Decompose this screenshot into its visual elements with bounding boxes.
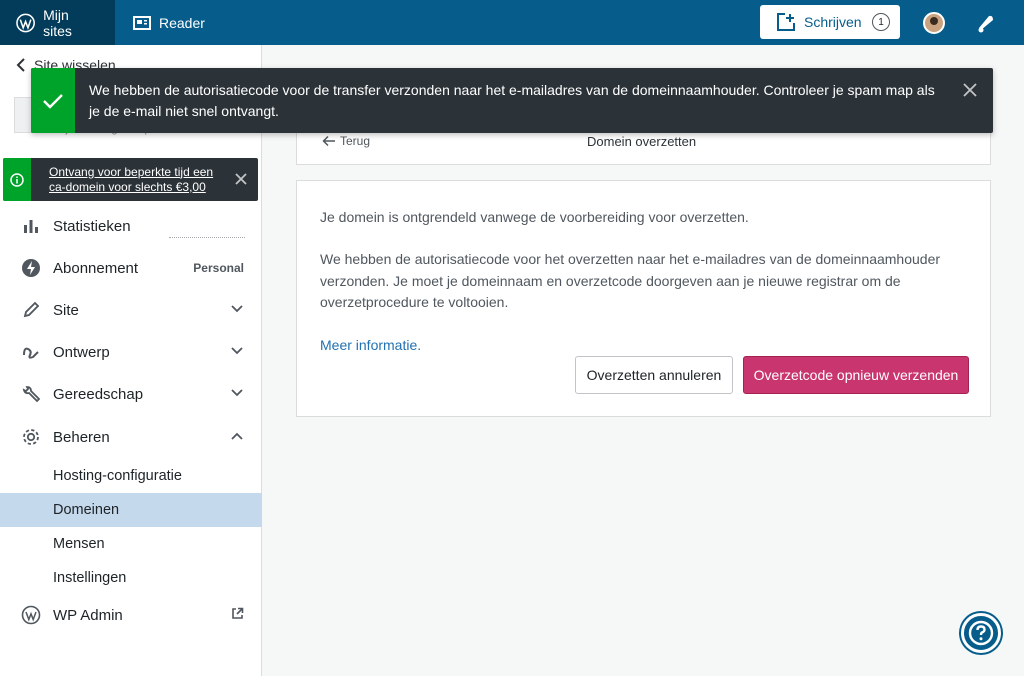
- sidebar-subitem-label: Hosting-configuratie: [53, 468, 182, 484]
- close-icon[interactable]: [961, 81, 979, 104]
- chevron-up-icon: [230, 430, 244, 444]
- wrench-icon: [20, 383, 42, 405]
- arrow-left-icon: [322, 135, 335, 147]
- help-icon: [968, 620, 994, 646]
- notifications-bell-icon[interactable]: [975, 12, 997, 39]
- sidebar-item-beheren[interactable]: Beheren: [0, 417, 262, 457]
- sidebar-item-label: Abonnement: [53, 259, 139, 277]
- notice-message: We hebben de autorisatiecode voor de tra…: [89, 82, 935, 119]
- sidebar-subitem-hosting[interactable]: Hosting-configuratie: [0, 459, 262, 493]
- auth-code-message: We hebben de autorisatiecode voor het ov…: [320, 251, 941, 310]
- gear-icon: [20, 426, 42, 448]
- reader-icon: [133, 15, 151, 30]
- reader-button[interactable]: Reader: [115, 0, 221, 45]
- cancel-transfer-button[interactable]: Overzetten annuleren: [575, 356, 733, 394]
- help-button[interactable]: [961, 613, 1001, 653]
- sidebar-item-label: WP Admin: [53, 606, 123, 624]
- write-icon: [777, 13, 795, 31]
- sidebar-item-abonnement[interactable]: Abonnement Personal: [0, 248, 262, 288]
- sidebar-item-ontwerp[interactable]: Ontwerp: [0, 332, 262, 372]
- write-button[interactable]: Schrijven 1: [760, 5, 900, 39]
- sidebar-item-wp-admin[interactable]: WP Admin: [0, 595, 262, 635]
- sidebar-item-label: Statistieken: [53, 217, 131, 235]
- promo-close-icon[interactable]: [234, 172, 248, 191]
- promo-info-box: [3, 158, 31, 201]
- chevron-left-icon: [16, 58, 25, 72]
- write-label: Schrijven: [804, 14, 862, 30]
- sidebar-subitem-label: Instellingen: [53, 570, 127, 586]
- wordpress-icon: [20, 604, 42, 626]
- info-icon: [10, 172, 24, 187]
- more-info-link[interactable]: Meer informatie.: [320, 337, 421, 353]
- plans-icon: [20, 257, 42, 279]
- pencil-icon: [20, 299, 42, 321]
- external-link-icon: [231, 607, 244, 623]
- plan-badge: Personal: [193, 261, 244, 275]
- sidebar-subitem-label: Mensen: [53, 536, 105, 552]
- sidebar-subitem-label: Domeinen: [53, 502, 120, 518]
- promo-text[interactable]: Ontvang voor beperkte tijd een ca-domein…: [49, 165, 219, 195]
- unlocked-message: Je domein is ontgrendeld vanwege de voor…: [320, 209, 749, 225]
- sidebar-subitem-instellingen[interactable]: Instellingen: [0, 561, 262, 595]
- reader-label: Reader: [159, 14, 205, 31]
- success-notice: We hebben de autorisatiecode voor de tra…: [31, 68, 993, 133]
- design-icon: [20, 341, 42, 363]
- back-link[interactable]: Terug: [322, 134, 370, 148]
- chevron-down-icon: [230, 345, 244, 359]
- notice-icon-box: [31, 68, 75, 133]
- stats-icon: [20, 215, 42, 237]
- sidebar-subitem-mensen[interactable]: Mensen: [0, 527, 262, 561]
- wordpress-logo-icon: [16, 13, 35, 32]
- sidebar-item-statistieken[interactable]: Statistieken: [0, 206, 262, 246]
- avatar[interactable]: [923, 12, 945, 34]
- promo-banner[interactable]: Ontvang voor beperkte tijd een ca-domein…: [3, 158, 258, 201]
- sidebar-item-label: Beheren: [53, 428, 110, 446]
- sidebar-item-label: Ontwerp: [53, 343, 110, 361]
- sidebar-item-label: Gereedschap: [53, 385, 144, 403]
- resend-code-button[interactable]: Overzetcode opnieuw verzenden: [743, 356, 969, 394]
- checkmark-icon: [43, 93, 63, 109]
- my-sites-button[interactable]: Mijn sites: [0, 0, 115, 45]
- stats-sparkline: [169, 230, 245, 238]
- sidebar-subitem-domeinen[interactable]: Domeinen: [0, 493, 262, 527]
- sidebar-item-site[interactable]: Site: [0, 290, 262, 330]
- page-title: Domein overzetten: [587, 134, 697, 149]
- sidebar-item-label: Site: [53, 301, 79, 319]
- sidebar-item-gereedschap[interactable]: Gereedschap: [0, 374, 262, 414]
- my-sites-label: Mijn sites: [43, 6, 72, 39]
- transfer-info-card: Je domein is ontgrendeld vanwege de voor…: [296, 180, 991, 417]
- back-label: Terug: [340, 134, 371, 148]
- chevron-down-icon: [230, 303, 244, 317]
- drafts-count-badge: 1: [872, 13, 890, 31]
- chevron-down-icon: [230, 387, 244, 401]
- sidebar: Site wisselen mijnsitesblog wordpress On…: [0, 45, 262, 676]
